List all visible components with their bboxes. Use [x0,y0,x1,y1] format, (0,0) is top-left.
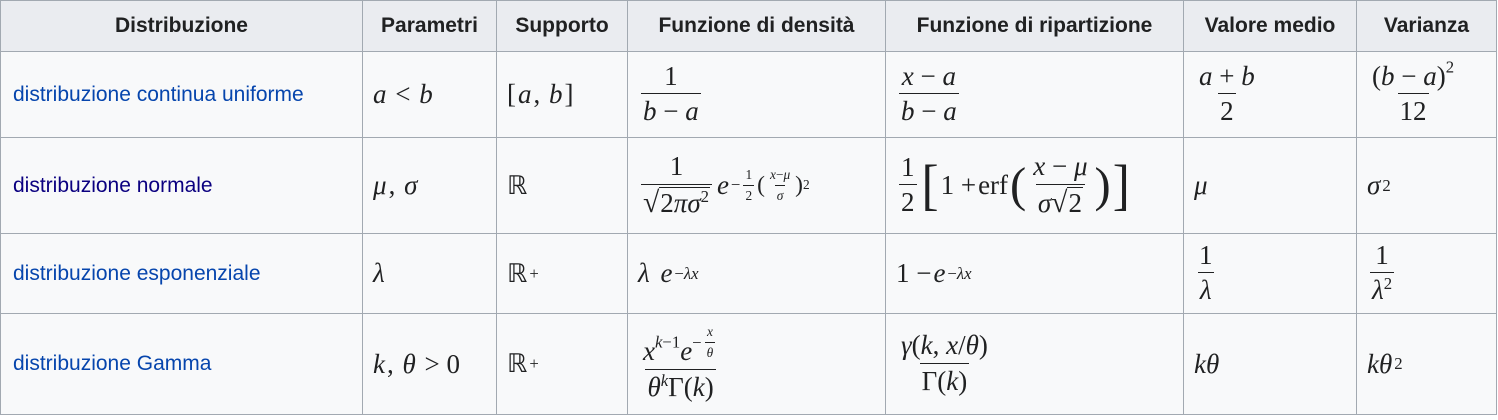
cell-parametri: k, θ > 0 [362,313,497,415]
link-uniforme[interactable]: distribuzione continua uniforme [0,51,363,138]
cell-ripartizione: γ(k, x/θ) Γ(k) [885,313,1184,415]
cell-varianza: kθ 2 [1356,313,1497,415]
cell-supporto: ℝ + [496,313,628,415]
table-row: distribuzione esponenziale λ ℝ + λ e −λx 1… [0,233,1497,314]
header-row: Distribuzione Parametri Supporto Funzion… [0,0,1497,52]
cell-varianza: (b − a)2 12 [1356,51,1497,138]
cell-densita: 1 √ 2πσ2 e −1 2(x−μ σ) 2 [627,137,886,234]
cell-supporto: ℝ [496,137,628,234]
table-row: distribuzione Gamma k, θ > 0 ℝ + xk−1e− x θ… [0,313,1497,415]
cell-valore-medio: μ [1183,137,1357,234]
table-row: distribuzione continua uniforme a < b [a… [0,51,1497,138]
cell-valore-medio: a + b2 [1183,51,1357,138]
link-esponenziale[interactable]: distribuzione esponenziale [0,233,363,314]
cell-varianza: σ2 [1356,137,1497,234]
header-ripartizione[interactable]: Funzione di ripartizione [885,0,1184,52]
header-supporto[interactable]: Supporto [496,0,628,52]
cell-densita: xk−1e− x θ θkΓ(k) [627,313,886,415]
distributions-table: Distribuzione Parametri Supporto Funzion… [0,0,1497,415]
cell-densita: λ e −λx [627,233,886,314]
link-normale[interactable]: distribuzione normale [0,137,363,234]
cell-parametri: λ [362,233,497,314]
cell-ripartizione: 1 − e −λx [885,233,1184,314]
link-gamma[interactable]: distribuzione Gamma [0,313,363,415]
header-densita[interactable]: Funzione di densità [627,0,886,52]
cell-supporto: ℝ + [496,233,628,314]
table-row: distribuzione normale μ, σ ℝ 1 √ 2πσ2 e −1 2… [0,137,1497,234]
cell-densita: 1b − a [627,51,886,138]
cell-ripartizione: x − ab − a [885,51,1184,138]
cell-valore-medio: 1λ [1183,233,1357,314]
header-distribuzione[interactable]: Distribuzione [0,0,363,52]
cell-valore-medio: kθ [1183,313,1357,415]
cell-ripartizione: 12 [1 + erf(x − μ σ √ 2)] [885,137,1184,234]
cell-supporto: [a, b] [496,51,628,138]
header-valore-medio[interactable]: Valore medio [1183,0,1357,52]
cell-parametri: a < b [362,51,497,138]
header-parametri[interactable]: Parametri [362,0,497,52]
cell-parametri: μ, σ [362,137,497,234]
cell-varianza: 1 λ2 [1356,233,1497,314]
header-varianza[interactable]: Varianza [1356,0,1497,52]
